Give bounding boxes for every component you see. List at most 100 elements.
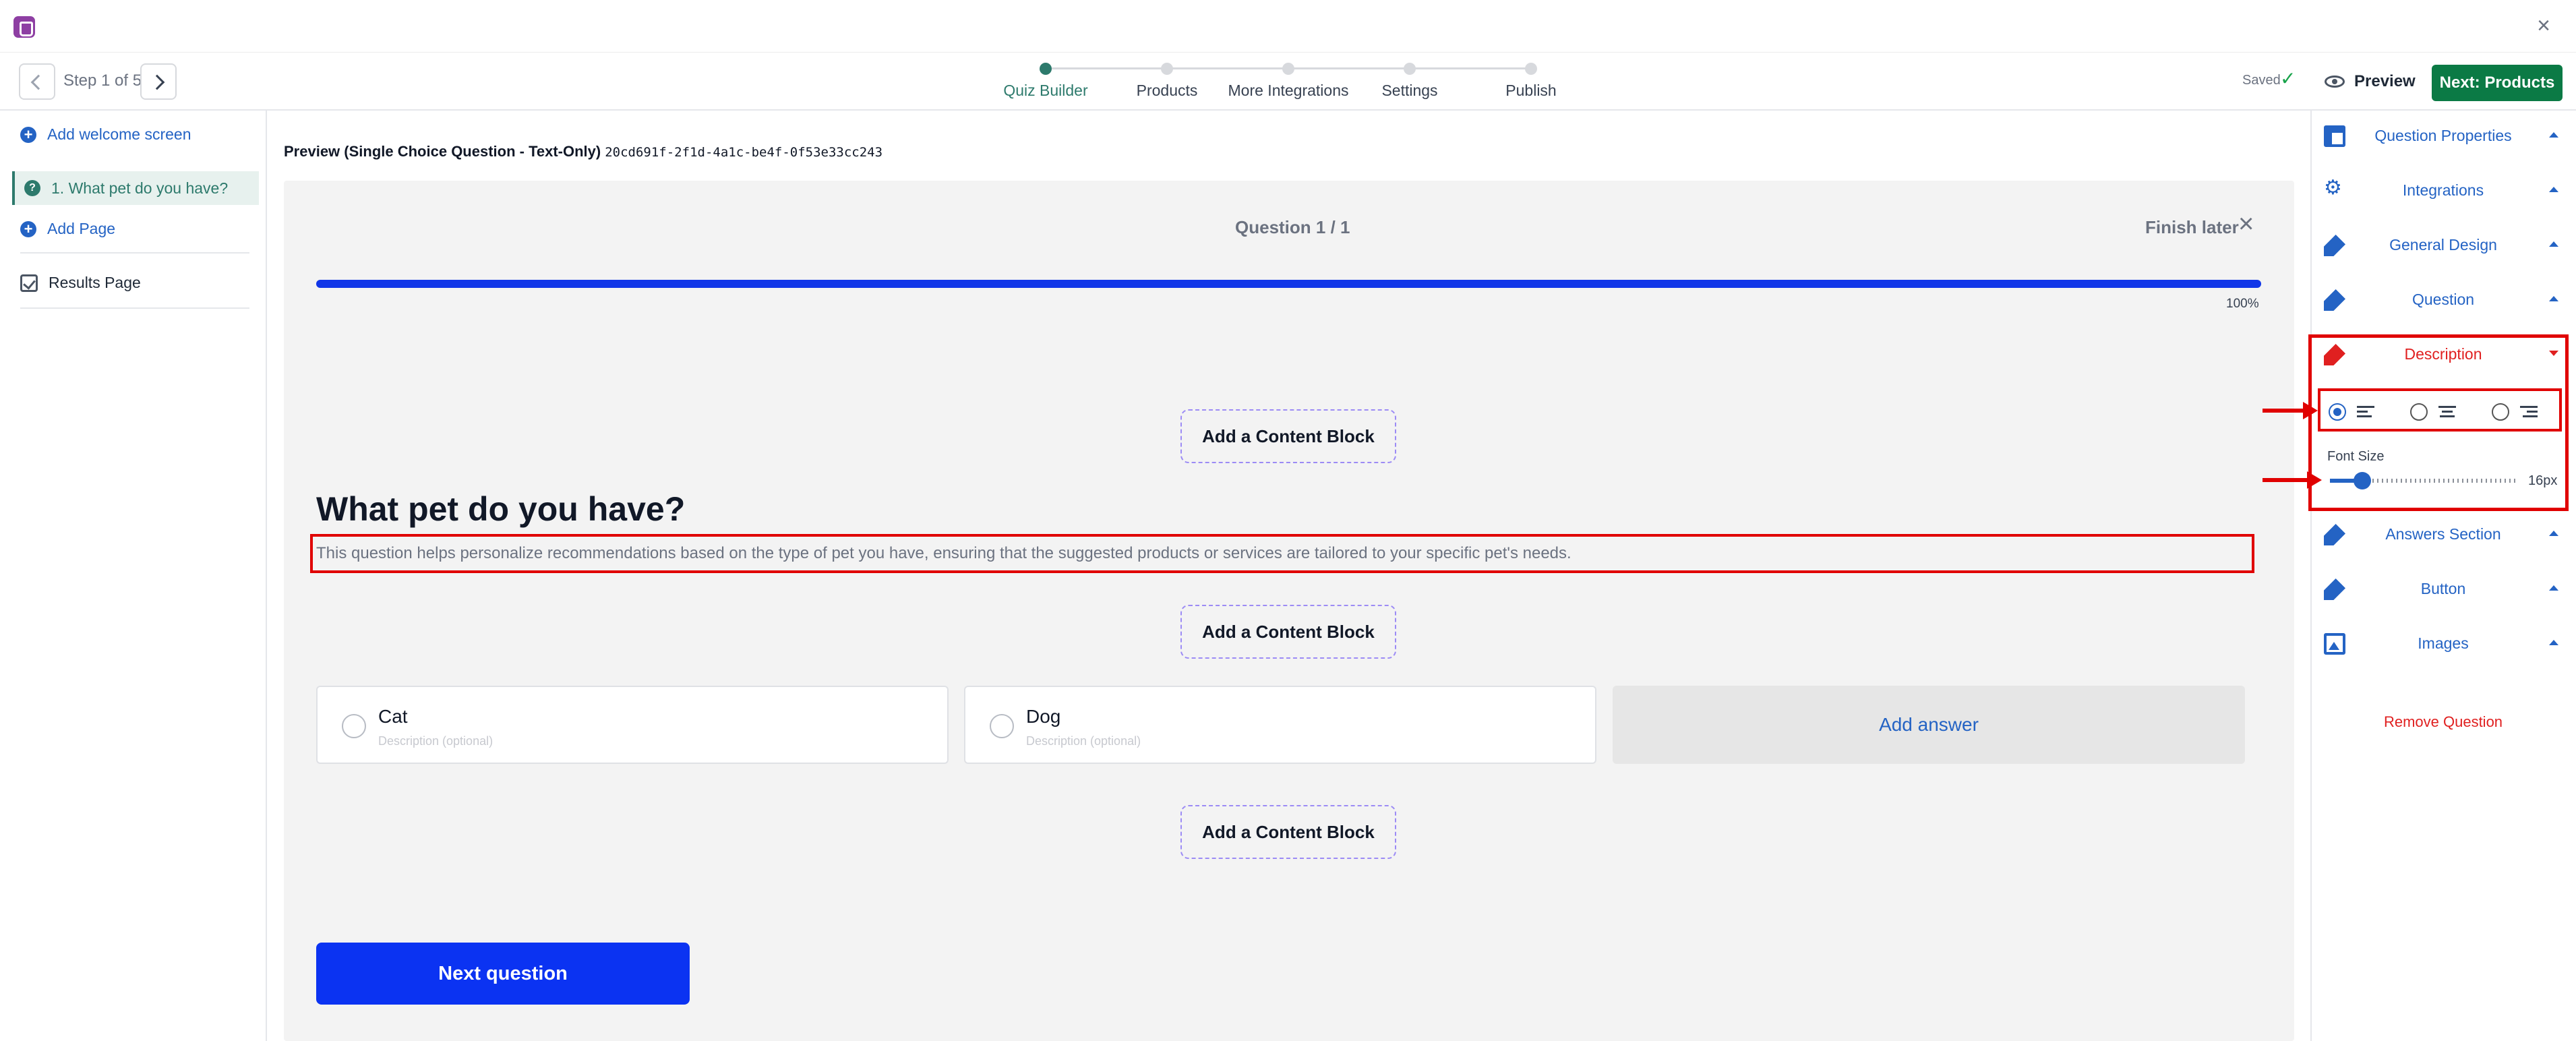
section-label: Button <box>2420 580 2466 597</box>
annotation-arrow <box>2263 471 2322 489</box>
plus-circle-icon: + <box>20 126 36 143</box>
section-question-properties[interactable]: Question Properties <box>2310 109 2576 163</box>
step-dot-quiz-builder[interactable] <box>1040 63 1052 75</box>
caret-up-icon <box>2549 585 2558 591</box>
step-dot-settings[interactable] <box>1404 63 1416 75</box>
add-content-block-button[interactable]: Add a Content Block <box>1180 605 1396 659</box>
chevron-left-icon <box>30 74 47 90</box>
caret-up-icon <box>2549 531 2558 536</box>
sidebar-divider <box>20 307 249 309</box>
answer-description-placeholder[interactable]: Description (optional) <box>378 734 493 748</box>
preview-label: Preview <box>2354 72 2416 90</box>
eye-icon <box>2325 76 2345 88</box>
question-circle-icon: ? <box>24 180 40 196</box>
question-id: 20cd691f-2f1d-4a1c-be4f-0f53e33cc243 <box>605 145 883 160</box>
answer-label[interactable]: Cat <box>378 706 408 727</box>
caret-up-icon <box>2549 132 2558 138</box>
next-question-button[interactable]: Next question <box>316 943 690 1005</box>
align-right-option[interactable] <box>2492 402 2538 422</box>
answer-option-cat[interactable]: Cat Description (optional) <box>316 686 949 764</box>
progress-label: 100% <box>2226 297 2259 311</box>
align-right-icon <box>2520 405 2538 419</box>
align-center-icon <box>2438 405 2456 419</box>
add-content-block-button[interactable]: Add a Content Block <box>1180 409 1396 463</box>
add-welcome-label: Add welcome screen <box>47 125 191 143</box>
preview-type-label: Preview (Single Choice Question - Text-O… <box>284 143 601 160</box>
add-answer-button[interactable]: Add answer <box>1613 686 2245 764</box>
caret-up-icon <box>2549 640 2558 645</box>
align-left-option[interactable] <box>2329 402 2374 422</box>
step-label-more-integrations[interactable]: More Integrations <box>1228 82 1349 100</box>
question-counter: Question 1 / 1 <box>1235 217 1350 237</box>
results-page-label: Results Page <box>49 274 141 291</box>
step-label-publish[interactable]: Publish <box>1505 82 1556 100</box>
section-label: Images <box>2418 634 2469 652</box>
add-page-link[interactable]: + Add Page <box>20 220 115 238</box>
add-welcome-screen-link[interactable]: + Add welcome screen <box>20 125 191 144</box>
preview-title: Preview (Single Choice Question - Text-O… <box>284 143 882 160</box>
finish-later-link[interactable]: Finish later <box>2145 217 2239 238</box>
align-center-option[interactable] <box>2410 402 2456 422</box>
section-question[interactable]: Question <box>2310 273 2576 327</box>
section-answers[interactable]: Answers Section <box>2310 508 2576 562</box>
question-description[interactable]: This question helps personalize recommen… <box>316 544 1571 563</box>
check-icon: ✓ <box>2280 68 2296 89</box>
next-step-button[interactable] <box>140 63 177 100</box>
section-label: Question <box>2412 291 2475 308</box>
radio-button[interactable] <box>2410 403 2428 421</box>
section-label: Question Properties <box>2374 127 2512 144</box>
sidebar-item-question-1[interactable]: ? 1. What pet do you have? <box>12 171 259 205</box>
checklist-icon <box>20 274 38 292</box>
section-integrations[interactable]: Integrations <box>2310 164 2576 218</box>
next-products-button[interactable]: Next: Products <box>2432 65 2563 101</box>
sidebar-question-label: 1. What pet do you have? <box>51 179 229 197</box>
font-size-value: 16px <box>2528 473 2558 488</box>
caret-up-icon <box>2549 187 2558 192</box>
caret-up-icon <box>2549 296 2558 301</box>
step-dot-publish[interactable] <box>1525 63 1537 75</box>
section-images[interactable]: Images <box>2310 617 2576 671</box>
saved-status: Saved <box>2242 73 2281 88</box>
plus-circle-icon: + <box>20 220 36 237</box>
header: Step 1 of 5 Quiz Builder Products More I… <box>0 53 2576 111</box>
sidebar-item-results-page[interactable]: Results Page <box>20 274 141 292</box>
progress-bar <box>316 280 2261 288</box>
section-button[interactable]: Button <box>2310 562 2576 616</box>
close-window-button[interactable]: × <box>2533 14 2554 37</box>
step-label-quiz-builder[interactable]: Quiz Builder <box>1003 82 1087 100</box>
answer-option-dog[interactable]: Dog Description (optional) <box>964 686 1596 764</box>
section-general-design[interactable]: General Design <box>2310 218 2576 272</box>
caret-up-icon <box>2549 241 2558 247</box>
section-label: General Design <box>2389 236 2497 254</box>
section-label: Integrations <box>2402 181 2484 199</box>
font-size-label: Font Size <box>2327 449 2385 464</box>
answer-label[interactable]: Dog <box>1026 706 1060 727</box>
sidebar-divider <box>20 252 249 254</box>
radio-button[interactable] <box>990 714 1014 738</box>
radio-button[interactable] <box>2492 403 2509 421</box>
radio-button[interactable] <box>342 714 366 738</box>
left-sidebar: + Add welcome screen ? 1. What pet do yo… <box>0 111 267 1041</box>
stepper: Quiz Builder Products More Integrations … <box>998 53 1578 111</box>
title-bar <box>0 0 2576 53</box>
step-dot-products[interactable] <box>1161 63 1173 75</box>
answer-description-placeholder[interactable]: Description (optional) <box>1026 734 1141 748</box>
preview-button[interactable]: Preview <box>2325 65 2416 98</box>
close-icon[interactable]: × <box>2238 210 2254 237</box>
question-title[interactable]: What pet do you have? <box>316 489 685 529</box>
remove-question-button[interactable]: Remove Question <box>2310 713 2576 731</box>
section-label: Answers Section <box>2385 525 2501 543</box>
step-label-products[interactable]: Products <box>1137 82 1198 100</box>
app-icon <box>13 16 35 38</box>
step-indicator: Step 1 of 5 <box>63 71 142 90</box>
prev-step-button[interactable] <box>19 63 55 100</box>
chevron-right-icon <box>149 74 165 90</box>
align-left-icon <box>2357 405 2374 419</box>
add-page-label: Add Page <box>47 220 116 237</box>
step-dot-more-integrations[interactable] <box>1282 63 1294 75</box>
font-size-slider-handle[interactable] <box>2353 472 2371 489</box>
step-label-settings[interactable]: Settings <box>1381 82 1437 100</box>
radio-button[interactable] <box>2329 403 2346 421</box>
annotation-arrow <box>2263 402 2318 419</box>
add-content-block-button[interactable]: Add a Content Block <box>1180 805 1396 859</box>
